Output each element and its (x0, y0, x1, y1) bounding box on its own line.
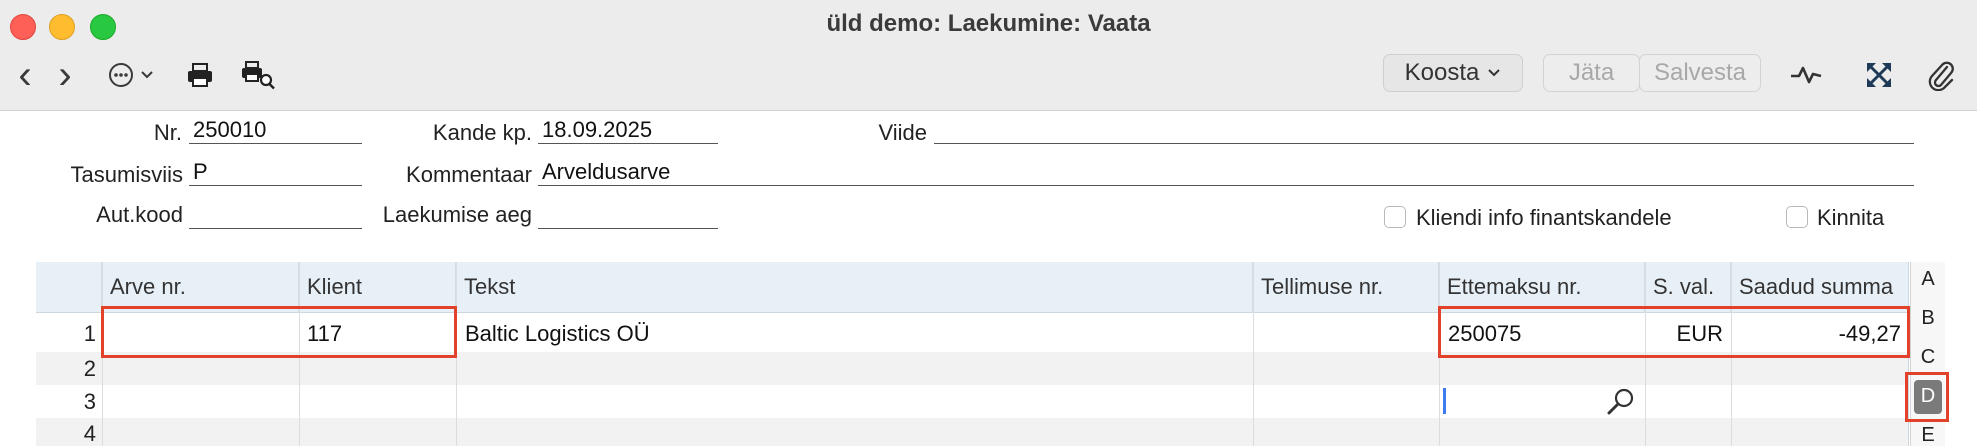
tasumisviis-field[interactable]: P (189, 160, 362, 186)
forward-icon[interactable]: › (54, 53, 76, 97)
paperclip-icon (1928, 61, 1954, 91)
autkood-field[interactable] (189, 203, 362, 229)
grid-divider (1253, 262, 1254, 446)
koosta-label: Koosta (1404, 59, 1480, 86)
kliendi-info-checkbox[interactable] (1384, 206, 1406, 228)
side-tab-e[interactable]: E (1914, 424, 1942, 447)
highlight-box-ettemaks-summa (1438, 306, 1910, 358)
salvesta-button[interactable]: Salvesta (1639, 54, 1761, 92)
printer-icon (188, 63, 212, 87)
table-row[interactable] (36, 418, 1908, 446)
kinnita-label: Kinnita (1817, 205, 1885, 230)
tasumisviis-label: Tasumisviis (70, 162, 183, 187)
activity-button[interactable] (1789, 58, 1823, 92)
text-caret (1443, 388, 1446, 414)
pulse-icon (1791, 66, 1822, 84)
laekumise-aeg-field[interactable] (538, 203, 718, 229)
side-tab-a[interactable]: A (1914, 268, 1942, 291)
grid-header-rownum (36, 262, 102, 313)
row-number: 3 (83, 389, 96, 414)
highlight-box-side-tab-d (1905, 372, 1949, 422)
print-preview-button[interactable] (240, 58, 276, 92)
side-tab-b[interactable]: B (1914, 307, 1942, 330)
highlight-box-arve-klient (101, 306, 457, 358)
nr-field[interactable]: 250010 (189, 118, 362, 144)
kande-kp-field[interactable]: 18.09.2025 (538, 118, 718, 144)
cell-tekst[interactable]: Baltic Logistics OÜ (465, 321, 650, 347)
more-menu-button[interactable] (106, 58, 156, 92)
print-button[interactable] (184, 58, 216, 92)
title-and-toolbar: üld demo: Laekumine: Vaata ‹ › Koosta Jä… (0, 0, 1977, 111)
kliendi-info-label: Kliendi info finantskandele (1416, 205, 1672, 230)
jata-button[interactable]: Jäta (1543, 54, 1640, 92)
row-number: 1 (83, 321, 96, 346)
kommentaar-label: Kommentaar (406, 162, 532, 187)
grid-header-tellimuse-nr[interactable]: Tellimuse nr. (1253, 262, 1439, 313)
side-tab-c[interactable]: C (1914, 346, 1942, 369)
grid-header-tekst[interactable]: Tekst (456, 262, 1253, 313)
lookup-search-button[interactable] (1604, 387, 1636, 420)
window-title: üld demo: Laekumine: Vaata (826, 10, 1151, 37)
chevron-down-icon (141, 71, 153, 79)
autkood-label: Aut.kood (96, 202, 183, 227)
back-icon[interactable]: ‹ (14, 53, 36, 97)
kande-kp-label: Kande kp. (432, 120, 532, 145)
ellipsis-circle-icon (109, 63, 133, 87)
fullscreen-button[interactable] (1864, 58, 1894, 92)
print-preview-icon (242, 61, 275, 90)
row-number: 4 (83, 421, 96, 446)
chevron-down-icon (1488, 69, 1501, 77)
koosta-dropdown-button[interactable]: Koosta (1383, 54, 1523, 92)
magnifier-icon (1607, 388, 1634, 415)
kommentaar-field[interactable]: Arveldusarve (538, 160, 1914, 186)
viide-field[interactable] (934, 118, 1914, 144)
viide-label: Viide (878, 120, 927, 145)
row-number: 2 (83, 356, 96, 381)
laekumise-aeg-label: Laekumise aeg (382, 202, 532, 227)
kinnita-checkbox[interactable] (1786, 206, 1808, 228)
expand-icon (1867, 63, 1891, 87)
nr-label: Nr. (153, 120, 182, 145)
attachment-button[interactable] (1926, 58, 1956, 92)
